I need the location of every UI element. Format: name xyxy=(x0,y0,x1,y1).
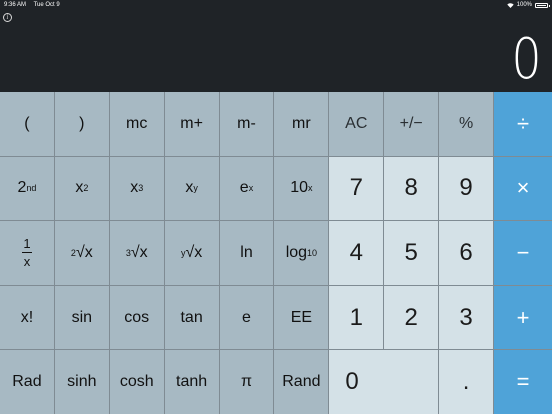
info-icon[interactable]: i xyxy=(3,13,12,22)
key-cube-base: x xyxy=(130,179,139,197)
key-reciprocal-num: 1 xyxy=(23,236,31,252)
key-memory-add[interactable]: m+ xyxy=(164,92,219,156)
key-square-root-body: √x xyxy=(75,243,93,261)
key-memory-clear[interactable]: mc xyxy=(109,92,164,156)
key-ee[interactable]: EE xyxy=(274,285,329,350)
key-tanh[interactable]: tanh xyxy=(164,350,219,414)
key-square[interactable]: x2 xyxy=(54,156,109,221)
key-exp-base: e xyxy=(239,179,249,197)
key-square-root[interactable]: 2 √x xyxy=(54,221,109,285)
key-reciprocal[interactable]: 1 x xyxy=(0,221,54,285)
battery-percent: 100% xyxy=(516,2,532,8)
key-memory-subtract[interactable]: m- xyxy=(219,92,274,156)
key-pi[interactable]: π xyxy=(219,350,274,414)
wifi-icon xyxy=(506,2,514,8)
calculator-display: 0 xyxy=(511,27,542,92)
status-date: Tue Oct 9 xyxy=(33,2,60,8)
key-multiply[interactable]: × xyxy=(494,156,552,221)
key-close-paren[interactable]: ) xyxy=(54,92,109,156)
key-memory-recall[interactable]: mr xyxy=(274,92,329,156)
key-power-exp: y xyxy=(193,183,198,194)
key-7[interactable]: 7 xyxy=(329,156,384,221)
key-sign-toggle[interactable]: +/− xyxy=(384,92,439,156)
key-9[interactable]: 9 xyxy=(439,156,493,221)
key-log10-base: log xyxy=(285,243,308,261)
key-cube[interactable]: x3 xyxy=(109,156,164,221)
key-add[interactable]: + xyxy=(494,285,552,350)
keypad: ( ) mc m+ m- mr AC +/− % ÷ 2nd x2 x3 xy … xyxy=(0,92,552,414)
key-1[interactable]: 1 xyxy=(329,285,384,350)
key-2[interactable]: 2 xyxy=(384,285,439,350)
key-6[interactable]: 6 xyxy=(439,221,493,285)
key-all-clear[interactable]: AC xyxy=(329,92,384,156)
key-square-exp: 2 xyxy=(83,183,89,194)
key-0[interactable]: 0 xyxy=(329,350,439,414)
key-sinh[interactable]: sinh xyxy=(54,350,109,414)
key-decimal[interactable]: . xyxy=(439,350,493,414)
key-reciprocal-den: x xyxy=(23,254,31,270)
key-3[interactable]: 3 xyxy=(439,285,493,350)
key-y-root[interactable]: y √x xyxy=(164,221,219,285)
key-cube-root[interactable]: 3 √x xyxy=(109,221,164,285)
key-equals[interactable]: = xyxy=(494,350,552,414)
key-cosh[interactable]: cosh xyxy=(109,350,164,414)
key-power[interactable]: xy xyxy=(164,156,219,221)
key-second-suffix: nd xyxy=(26,183,37,194)
key-ln[interactable]: ln xyxy=(219,221,274,285)
key-square-base: x xyxy=(75,179,84,197)
key-ten-power[interactable]: 10 x xyxy=(274,156,329,221)
key-percent[interactable]: % xyxy=(439,92,493,156)
key-rad[interactable]: Rad xyxy=(0,350,54,414)
key-sin[interactable]: sin xyxy=(54,285,109,350)
key-e[interactable]: e xyxy=(219,285,274,350)
key-cube-root-body: √x xyxy=(130,243,148,261)
key-ten-power-base: 10 xyxy=(290,179,309,197)
key-subtract[interactable]: − xyxy=(494,221,552,285)
key-open-paren[interactable]: ( xyxy=(0,92,54,156)
key-cos[interactable]: cos xyxy=(109,285,164,350)
key-8[interactable]: 8 xyxy=(384,156,439,221)
status-time: 9:36 AM xyxy=(4,2,27,8)
key-5[interactable]: 5 xyxy=(384,221,439,285)
key-tan[interactable]: tan xyxy=(164,285,219,350)
status-bar: 9:36 AM Tue Oct 9 100% xyxy=(0,0,552,10)
key-rand[interactable]: Rand xyxy=(274,350,329,414)
battery-icon xyxy=(535,2,550,8)
key-exp[interactable]: ex xyxy=(219,156,274,221)
key-divide[interactable]: ÷ xyxy=(494,92,552,156)
key-exp-exp: x xyxy=(248,183,254,194)
key-cube-exp: 3 xyxy=(138,183,144,194)
key-4[interactable]: 4 xyxy=(329,221,384,285)
key-power-base: x xyxy=(185,179,194,197)
key-log10-sub: 10 xyxy=(307,247,318,258)
key-y-root-body: √x xyxy=(185,243,203,261)
key-second-base: 2 xyxy=(17,179,27,197)
key-log10[interactable]: log 10 xyxy=(274,221,329,285)
key-factorial[interactable]: x! xyxy=(0,285,54,350)
key-second[interactable]: 2nd xyxy=(0,156,54,221)
key-ten-power-exp: x xyxy=(308,183,313,194)
